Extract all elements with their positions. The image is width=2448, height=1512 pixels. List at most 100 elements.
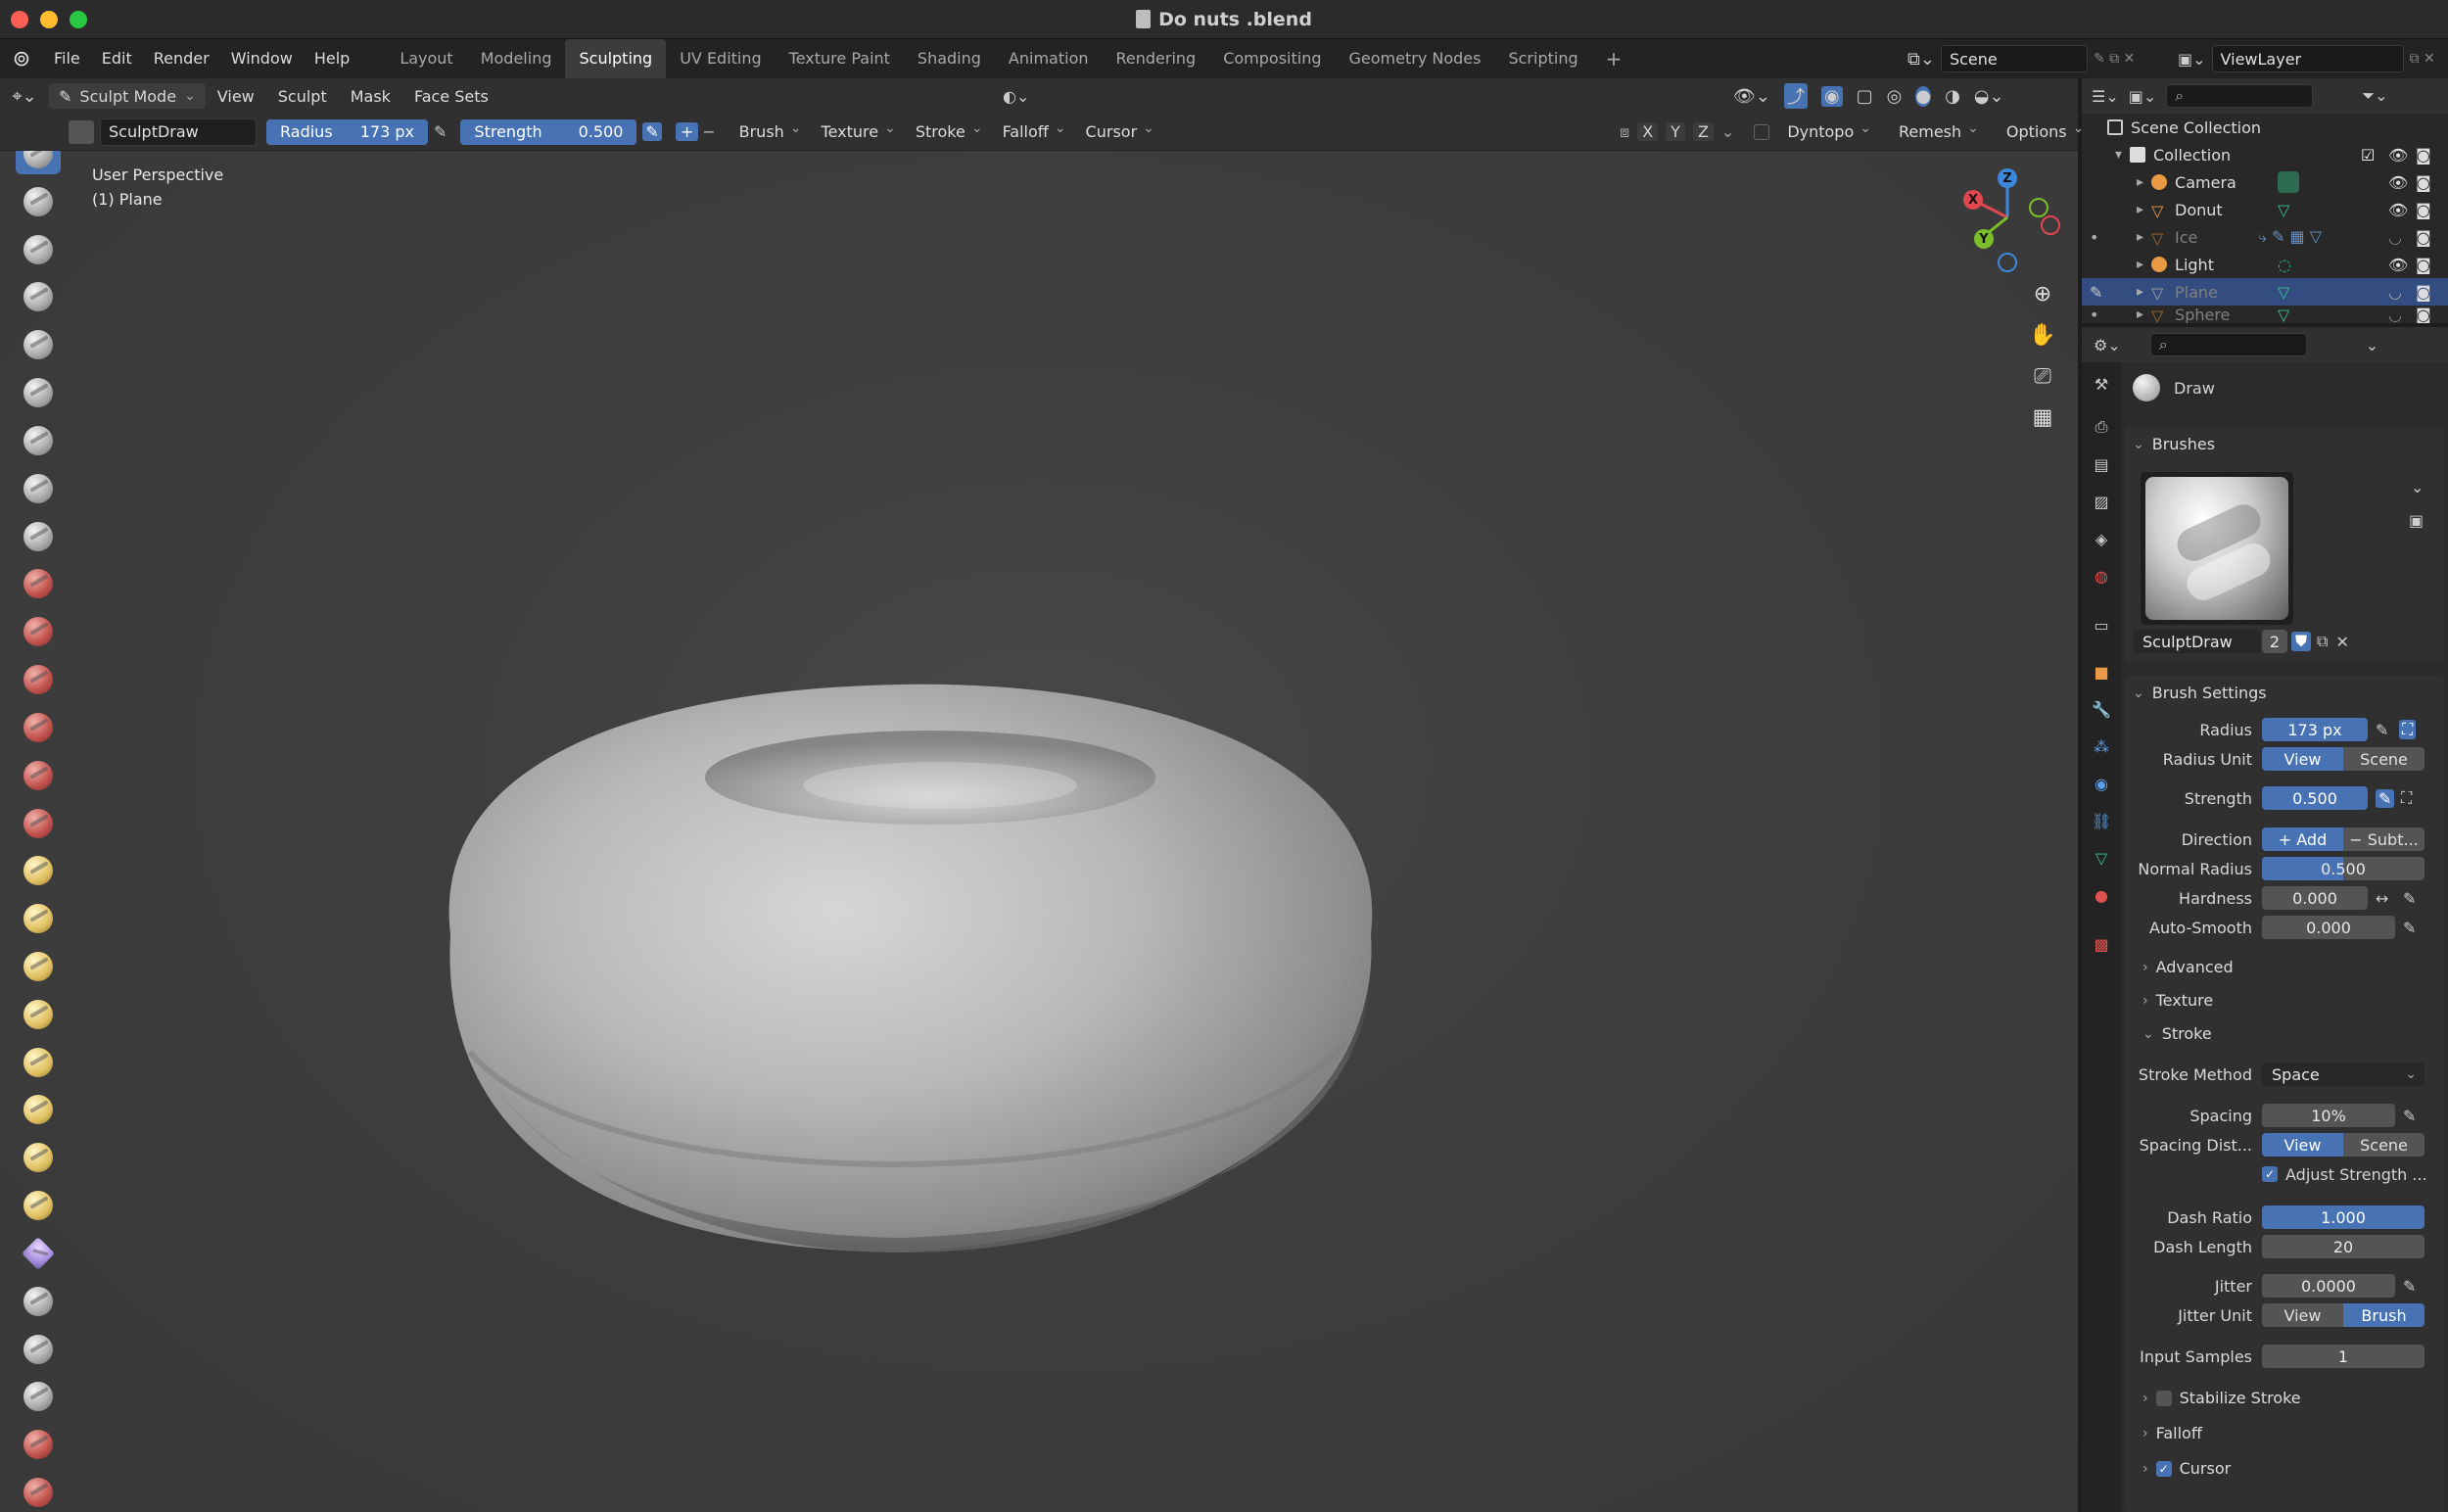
copy-view-layer-icon[interactable]: ⧉ ✕ [2410, 51, 2435, 67]
tab-texture-paint[interactable]: Texture Paint [776, 39, 904, 78]
menu-edit[interactable]: Edit [91, 39, 143, 78]
tool-pose-icon[interactable] [16, 1042, 61, 1083]
mirror-y-toggle[interactable]: Y [1666, 122, 1685, 141]
direction-add-button[interactable]: + Add [2262, 827, 2343, 851]
advanced-subpanel[interactable]: › Advanced [2142, 958, 2234, 976]
camera-render-icon[interactable]: ◙ [2416, 173, 2431, 192]
pressure-icon[interactable]: ✎ [2376, 788, 2395, 808]
tool-rotate-icon[interactable] [16, 1137, 61, 1178]
stroke-dropdown[interactable]: Stroke [906, 122, 993, 141]
brush-list-chevron-icon[interactable]: ⌄ [2411, 478, 2424, 496]
view-layer-tab-icon[interactable]: ▨ [2088, 488, 2115, 515]
scene-selector[interactable]: Scene [1940, 45, 2088, 72]
outliner-item-sphere[interactable]: • ▸ ▽ Sphere ▽ ◡ ◙ [2082, 306, 2448, 323]
brush-thumbnail[interactable] [2141, 472, 2293, 625]
unified-strength-icon[interactable]: ⛶ [2401, 788, 2412, 808]
pressure-icon[interactable]: ✎ [2376, 721, 2388, 739]
eye-icon[interactable]: 👁 [2388, 201, 2408, 219]
stroke-subpanel[interactable]: ⌄ Stroke [2142, 1024, 2212, 1043]
auto-smooth-field[interactable]: 0.000 [2262, 916, 2395, 939]
tool-multiplane-scrape-icon[interactable] [16, 755, 61, 796]
input-samples-field[interactable]: 1 [2262, 1345, 2424, 1368]
hardness-field[interactable]: 0.000 [2262, 886, 2368, 910]
tool-snake-hook-icon[interactable] [16, 946, 61, 987]
camera-render-icon[interactable]: ◙ [2416, 228, 2431, 247]
menu-sculpt[interactable]: Sculpt [266, 87, 339, 106]
outliner-item-donut[interactable]: ▸ ▽ Donut ▽ 👁 ◙ [2082, 196, 2448, 223]
brushes-panel-header[interactable]: ⌄ Brushes [2133, 435, 2215, 453]
tool-scrape-icon[interactable] [16, 707, 61, 748]
pin-icon[interactable]: ✎ ⧉ ✕ [2094, 51, 2135, 67]
tool-tab-icon[interactable]: ⚒ [2088, 370, 2115, 398]
material-shading-icon[interactable]: ◑ [1945, 86, 1960, 107]
brush-image-icon[interactable]: ▣ [2409, 511, 2424, 530]
brush-datablock-name[interactable]: SculptDraw [2133, 630, 2260, 653]
texture-subpanel[interactable]: › Texture [2142, 991, 2213, 1010]
donut-mesh[interactable] [431, 523, 1410, 1267]
tool-boundary-icon[interactable] [16, 1233, 61, 1274]
radius-slider[interactable]: Radius 173 px [266, 118, 428, 145]
strength-field[interactable]: 0.500 [2262, 786, 2368, 810]
stabilize-stroke-subpanel[interactable]: › Stabilize Stroke [2142, 1389, 2301, 1407]
tool-box-trim-icon[interactable] [16, 1472, 61, 1512]
camera-view-icon[interactable]: ⎚ [2027, 360, 2058, 392]
brush-dropdown[interactable]: Brush [730, 122, 812, 141]
dyntopo-dropdown[interactable]: Dyntopo [1777, 122, 1881, 141]
eye-closed-icon[interactable]: ◡ [2388, 228, 2402, 247]
menu-help[interactable]: Help [304, 39, 360, 78]
minimize-window-button[interactable] [40, 11, 58, 28]
remesh-dropdown[interactable]: Remesh [1889, 122, 1989, 141]
strength-slider[interactable]: Strength 0.500 [460, 118, 637, 145]
scene-collection-row[interactable]: Scene Collection [2082, 114, 2448, 141]
eye-icon[interactable]: 👁 [2388, 256, 2408, 274]
gizmo-x-axis[interactable]: X [1963, 190, 1983, 210]
radius-unit-scene[interactable]: Scene [2343, 747, 2424, 771]
strength-pressure-icon[interactable]: ✎ [642, 122, 662, 141]
overlay-mode-icon[interactable]: ◐⌄ [1003, 87, 1029, 106]
texture-tab-icon[interactable]: ▩ [2088, 930, 2115, 958]
outliner-editor-icon[interactable]: ☰⌄ [2092, 87, 2119, 106]
menu-face-sets[interactable]: Face Sets [402, 87, 500, 106]
pan-hand-icon[interactable]: ✋ [2027, 319, 2058, 351]
add-workspace-button[interactable]: + [1592, 39, 1636, 78]
material-tab-icon[interactable]: ● [2088, 881, 2115, 909]
tool-simplify-icon[interactable] [16, 1329, 61, 1370]
tab-animation[interactable]: Animation [995, 39, 1103, 78]
cursor-subpanel[interactable]: › ✓ Cursor [2142, 1459, 2231, 1478]
3d-viewport[interactable]: User Perspective (1) Plane Z X Y ⊕ ✋ ⎚ ▦ [0, 151, 2078, 1512]
camera-render-icon[interactable]: ◙ [2416, 201, 2431, 219]
collection-tab-icon[interactable]: ▭ [2088, 611, 2115, 638]
tab-modeling[interactable]: Modeling [467, 39, 566, 78]
tool-elastic-deform-icon[interactable] [16, 898, 61, 939]
tool-cloth-icon[interactable] [16, 1281, 61, 1322]
tool-clay-strips-icon[interactable] [16, 276, 61, 317]
tool-smooth-icon[interactable] [16, 563, 61, 604]
menu-mask[interactable]: Mask [339, 87, 402, 106]
dyntopo-checkbox[interactable] [1754, 123, 1770, 140]
tab-layout[interactable]: Layout [386, 39, 466, 78]
unified-radius-icon[interactable]: ⛶ [2399, 720, 2417, 739]
world-tab-icon[interactable]: ◍ [2088, 562, 2115, 590]
tab-sculpting[interactable]: Sculpting [565, 39, 667, 78]
object-tab-icon[interactable]: ■ [2088, 658, 2115, 685]
outliner-search-input[interactable]: ⌕ [2166, 84, 2314, 108]
tool-slide-relax-icon[interactable] [16, 1185, 61, 1226]
tool-draw-icon[interactable] [16, 151, 61, 174]
gizmo-z-axis[interactable]: Z [1998, 168, 2017, 188]
unlink-brush-icon[interactable]: ✕ [2335, 633, 2348, 651]
tab-scripting[interactable]: Scripting [1494, 39, 1591, 78]
navigation-gizmo[interactable]: Z X Y [1949, 159, 2076, 286]
filter-icon[interactable]: ⏷⌄ [2362, 86, 2387, 106]
tool-flatten-icon[interactable] [16, 611, 61, 652]
jitter-field[interactable]: 0.0000 [2262, 1274, 2395, 1298]
tab-shading[interactable]: Shading [904, 39, 995, 78]
menu-file[interactable]: File [43, 39, 91, 78]
modifier-tab-icon[interactable]: 🔧 [2088, 695, 2115, 723]
camera-render-icon[interactable]: ◙ [2416, 306, 2431, 323]
falloff-dropdown[interactable]: Falloff [993, 122, 1076, 141]
dash-length-field[interactable]: 20 [2262, 1235, 2424, 1258]
outliner-item-camera[interactable]: ▸ Camera 👁 ◙ [2082, 168, 2448, 196]
direction-subtract-button[interactable]: − Subt... [2343, 827, 2424, 851]
brush-settings-header[interactable]: ⌄ Brush Settings [2133, 684, 2267, 702]
dash-ratio-slider[interactable]: 1.000 [2262, 1205, 2424, 1229]
